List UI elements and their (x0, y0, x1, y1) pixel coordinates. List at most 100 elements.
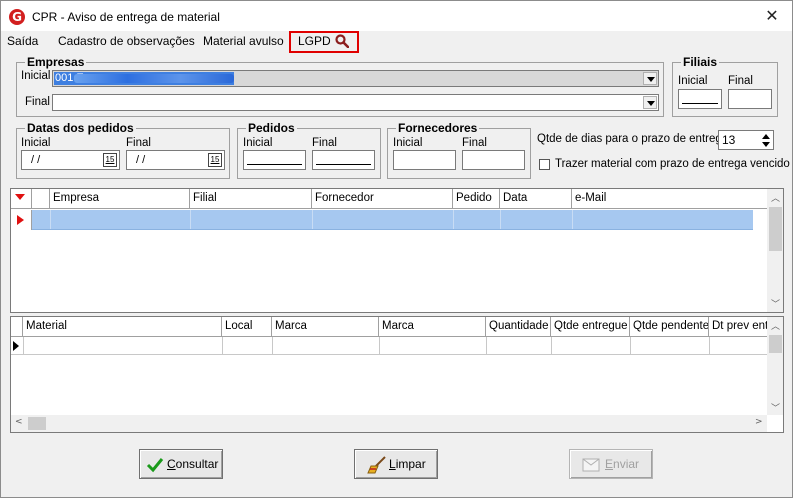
empresa-final-label: Final (25, 96, 50, 108)
chevron-up-icon[interactable]: ︿ (767, 191, 783, 204)
menu-item-material-avulso[interactable]: Material avulso (203, 34, 284, 48)
horizontal-scrollbar[interactable]: < > (11, 415, 767, 432)
table-row[interactable] (11, 337, 767, 355)
fornecedores-legend: Fornecedores (398, 121, 478, 135)
grid-indicator-header (11, 317, 23, 337)
materiais-grid[interactable]: Material Local Marca Marca Quantidade Qt… (10, 316, 784, 433)
filial-inicial-label: Inicial (678, 75, 708, 87)
col-qtde-entregue[interactable]: Qtde entregue (551, 317, 630, 337)
chevron-down-icon[interactable]: ﹀ (767, 401, 783, 414)
fornecedor-inicial-input[interactable] (393, 150, 456, 170)
consultar-button[interactable]: Consultar (139, 449, 223, 479)
col-email[interactable]: e-Mail (572, 189, 767, 209)
consultar-label: Consultar (167, 457, 219, 471)
empresa-inicial-select[interactable]: 001 E (52, 70, 659, 87)
pedido-inicial-input[interactable] (243, 150, 306, 170)
row-indicator[interactable] (11, 210, 32, 230)
data-inicial-input[interactable]: / / 15 (21, 150, 120, 170)
table-row[interactable] (32, 210, 753, 230)
checkmark-icon (146, 458, 164, 473)
input-mask (316, 164, 371, 165)
col-pedido[interactable]: Pedido (453, 189, 500, 209)
fornecedor-final-input[interactable] (462, 150, 525, 170)
chevron-down-icon[interactable] (643, 72, 657, 85)
pedido-inicial-label: Inicial (243, 137, 273, 149)
input-mask (682, 103, 718, 104)
arrow-up-icon[interactable] (762, 134, 770, 139)
menu-item-cadastro-observacoes[interactable]: Cadastro de observações (58, 34, 195, 48)
chevron-left-icon[interactable]: < (15, 417, 23, 427)
close-button[interactable]: ✕ (760, 6, 784, 26)
calendar-icon[interactable]: 15 (103, 153, 117, 167)
scroll-thumb[interactable] (769, 335, 782, 353)
input-mask (247, 164, 302, 165)
main-window: G CPR - Aviso de entrega de material ✕ S… (0, 0, 793, 498)
chevron-up-icon[interactable]: ︿ (767, 319, 783, 332)
menu-bar: Saída Cadastro de observações Material a… (1, 31, 792, 53)
menu-item-saida[interactable]: Saída (7, 34, 38, 48)
envelope-icon (582, 458, 600, 472)
enviar-button[interactable]: Enviar (569, 449, 653, 479)
chevron-down-icon[interactable]: ﹀ (767, 297, 783, 310)
data-final-label: Final (126, 137, 151, 149)
grid-blank-header (32, 189, 50, 209)
col-marca-1[interactable]: Marca (272, 317, 379, 337)
col-local[interactable]: Local (222, 317, 272, 337)
vertical-scrollbar[interactable]: ︿ ﹀ (767, 317, 783, 415)
prazo-vencido-checkbox[interactable] (539, 159, 550, 170)
pedidos-legend: Pedidos (248, 121, 295, 135)
empresa-final-select[interactable] (52, 94, 659, 111)
empresa-inicial-value: 001 E (54, 72, 234, 85)
empresas-legend: Empresas (27, 55, 85, 69)
calendar-icon[interactable]: 15 (208, 153, 222, 167)
chevron-down-icon[interactable] (643, 96, 657, 109)
current-row-icon (17, 215, 24, 225)
data-final-value: / / (136, 154, 146, 166)
title-bar: G CPR - Aviso de entrega de material ✕ (1, 1, 792, 31)
col-empresa[interactable]: Empresa (50, 189, 190, 209)
pedido-final-input[interactable] (312, 150, 375, 170)
col-qtde-pendente[interactable]: Qtde pendente (630, 317, 709, 337)
col-fornecedor[interactable]: Fornecedor (312, 189, 453, 209)
filial-final-input[interactable] (728, 89, 772, 109)
redacted-text (74, 74, 234, 83)
filial-final-label: Final (728, 75, 753, 87)
prazo-stepper[interactable]: 13 (718, 130, 774, 150)
stepper-arrows[interactable] (760, 132, 772, 148)
col-dt-prev-ent[interactable]: Dt prev ent (709, 317, 767, 337)
datas-legend: Datas dos pedidos (27, 121, 134, 135)
scroll-thumb[interactable] (28, 417, 46, 430)
current-row-icon (13, 341, 19, 351)
window-title: CPR - Aviso de entrega de material (32, 10, 220, 24)
scroll-thumb[interactable] (769, 207, 782, 251)
limpar-button[interactable]: Limpar (354, 449, 438, 479)
search-icon[interactable] (335, 34, 349, 48)
data-inicial-value: / / (31, 154, 41, 166)
empresa-inicial-label: Inicial (21, 70, 51, 82)
chevron-right-icon[interactable]: > (755, 417, 763, 427)
filiais-legend: Filiais (683, 55, 718, 69)
col-quantidade[interactable]: Quantidade (486, 317, 551, 337)
col-filial[interactable]: Filial (190, 189, 312, 209)
vertical-scrollbar[interactable]: ︿ ﹀ (767, 189, 783, 312)
fornecedor-final-label: Final (462, 137, 487, 149)
data-inicial-label: Inicial (21, 137, 51, 149)
prazo-vencido-label: Trazer material com prazo de entrega ven… (555, 158, 790, 170)
prazo-label: Qtde de dias para o prazo de entrega (537, 133, 729, 145)
menu-item-lgpd-label: LGPD (298, 34, 331, 48)
app-logo-icon: G (9, 9, 25, 25)
fornecedor-inicial-label: Inicial (393, 137, 423, 149)
data-final-input[interactable]: / / 15 (126, 150, 225, 170)
col-data[interactable]: Data (500, 189, 572, 209)
avisos-grid[interactable]: Empresa Filial Fornecedor Pedido Data e-… (10, 188, 784, 313)
grid-indicator-header[interactable] (11, 189, 32, 209)
col-material[interactable]: Material (23, 317, 222, 337)
filial-inicial-input[interactable] (678, 89, 722, 109)
limpar-label: Limpar (389, 457, 426, 471)
col-marca-2[interactable]: Marca (379, 317, 486, 337)
pedido-final-label: Final (312, 137, 337, 149)
arrow-down-icon[interactable] (762, 142, 770, 147)
enviar-label: Enviar (605, 457, 640, 471)
sort-down-icon (15, 194, 25, 200)
prazo-value: 13 (722, 133, 736, 147)
